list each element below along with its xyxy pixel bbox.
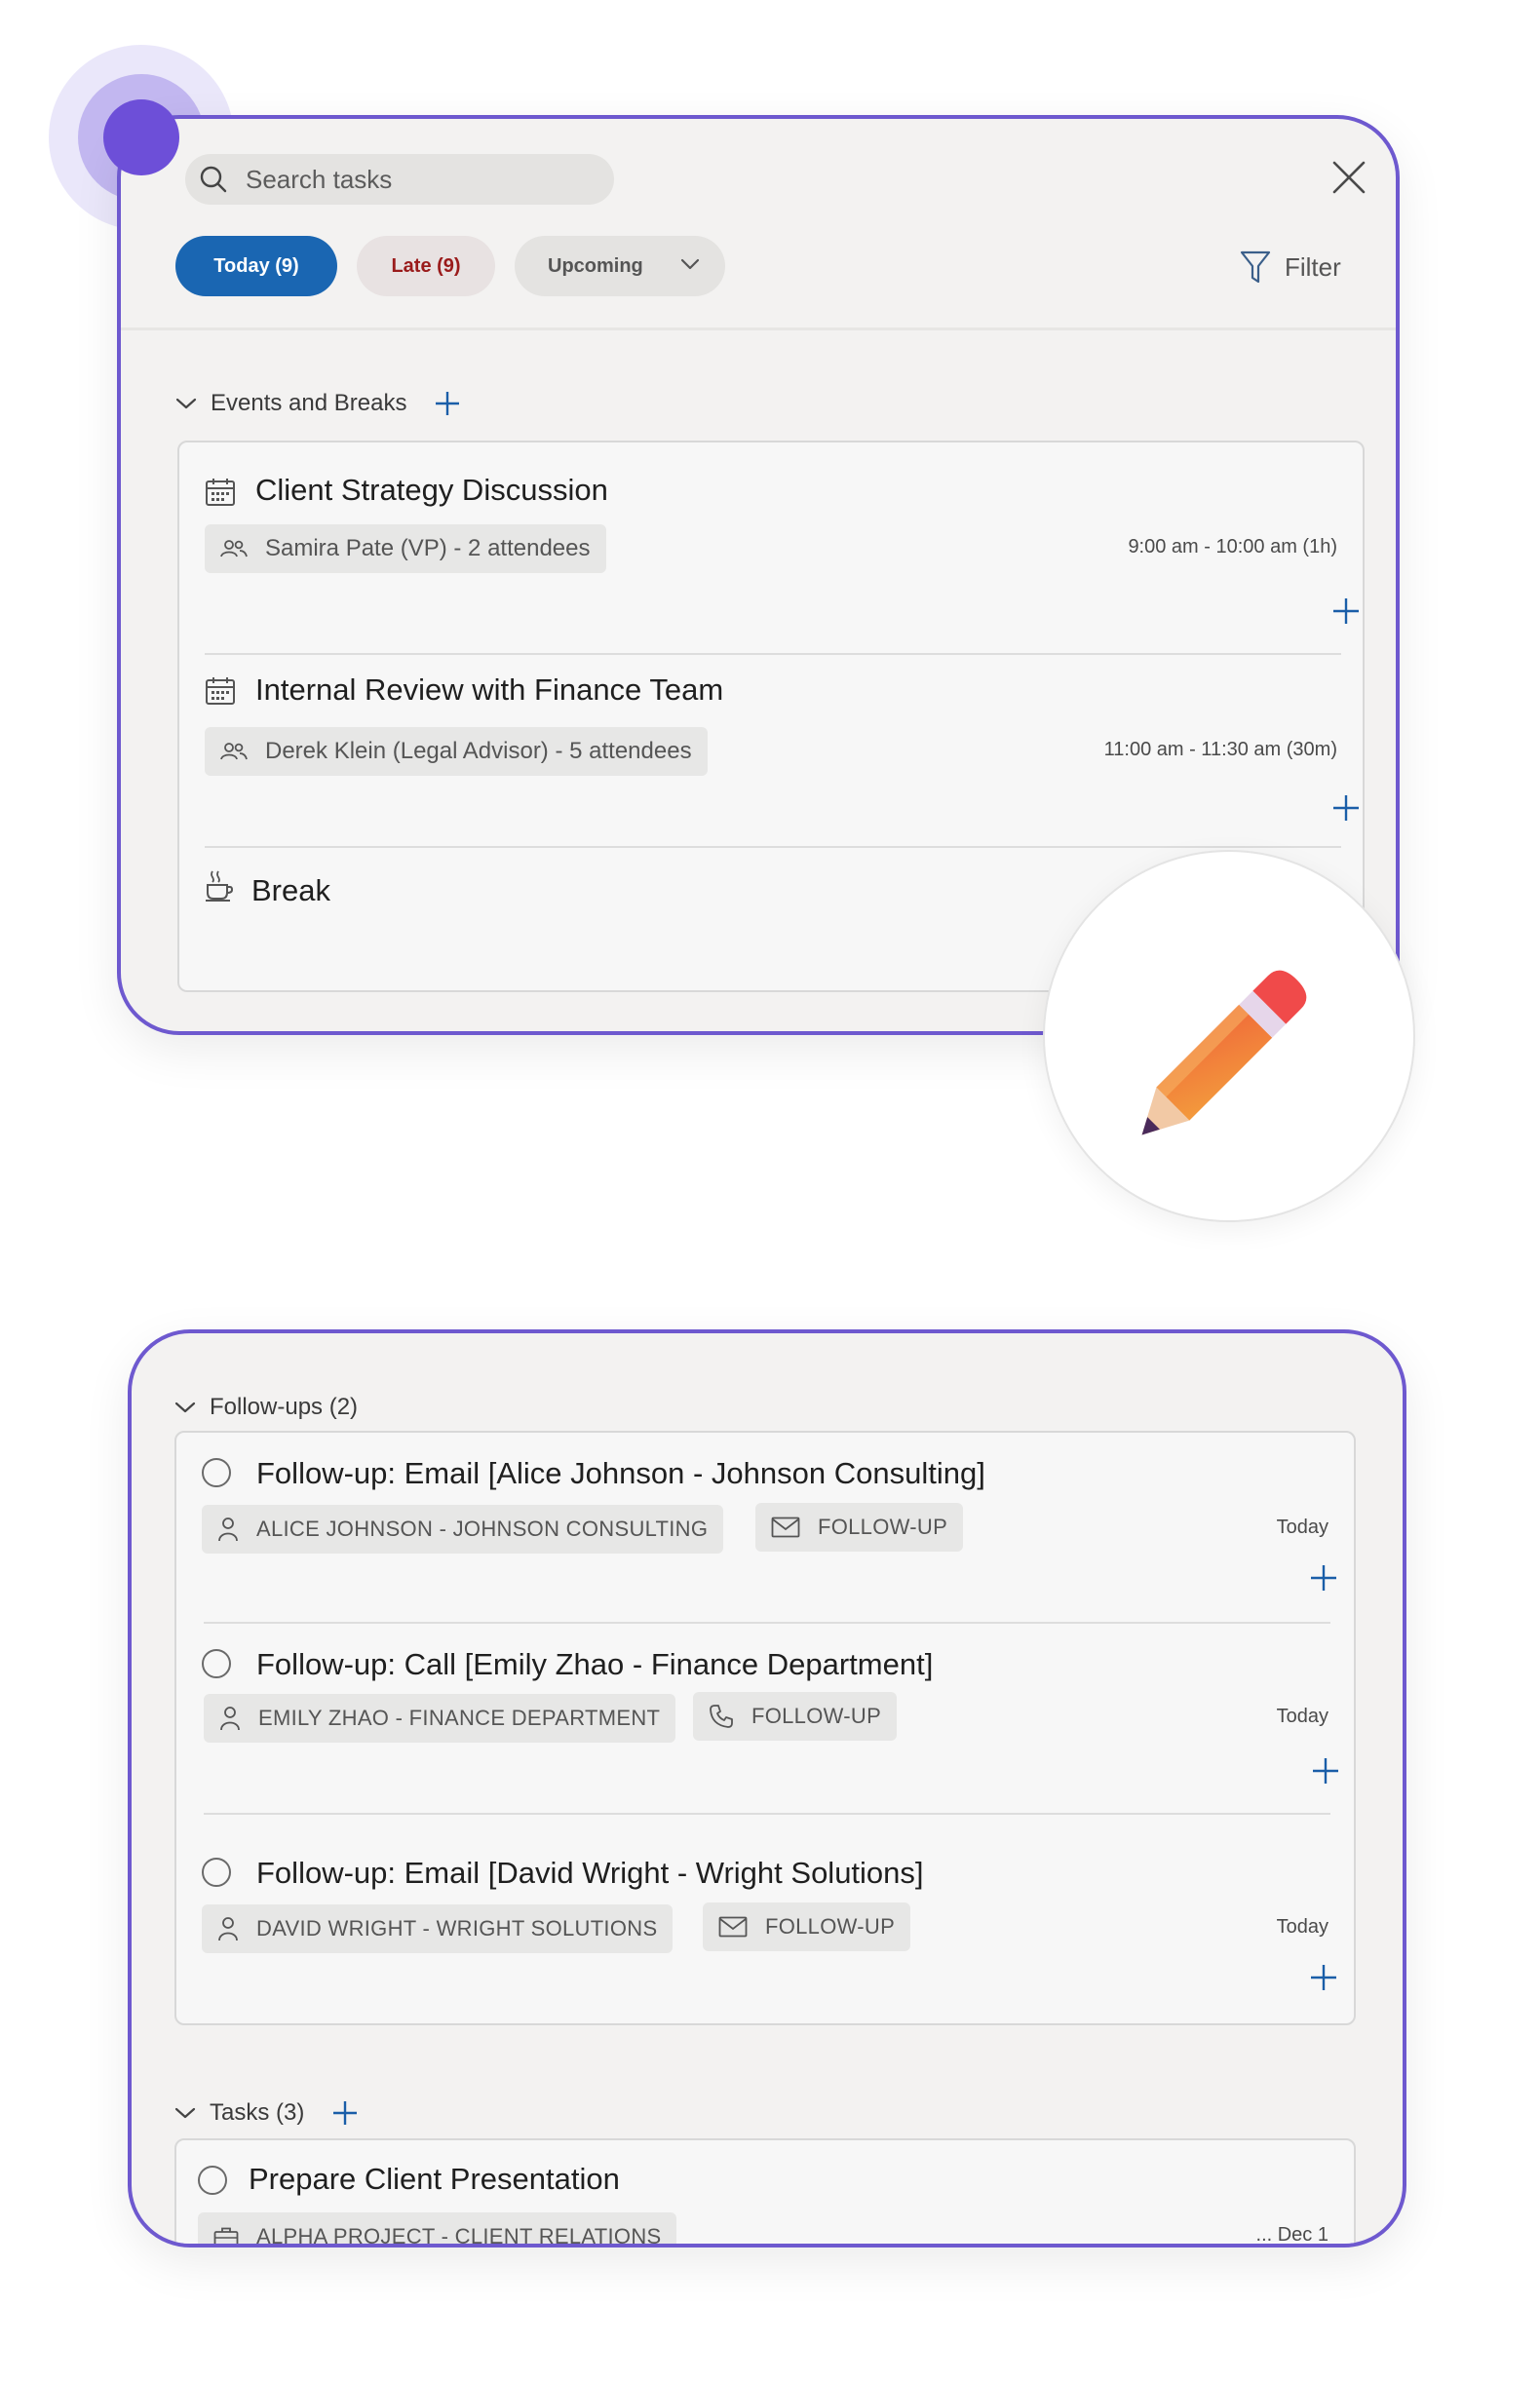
filter-button[interactable]: Filter xyxy=(1240,248,1341,287)
coffee-cup-icon xyxy=(206,870,234,902)
cursor-dot xyxy=(103,99,179,175)
event-attendees-tag: Derek Klein (Legal Advisor) - 5 attendee… xyxy=(205,727,708,776)
chevron-down-icon[interactable] xyxy=(175,397,197,410)
tab-today[interactable]: Today (9) xyxy=(175,236,337,296)
event-time: 11:00 am - 11:30 am (30m) xyxy=(1103,739,1337,760)
contact-tag[interactable]: DAVID WRIGHT - WRIGHT SOLUTIONS xyxy=(202,1904,674,1953)
due-date: Today xyxy=(1276,1916,1328,1938)
contact-name: DAVID WRIGHT - WRIGHT SOLUTIONS xyxy=(256,1916,658,1940)
followups-card: Follow-up: Email [Alice Johnson - Johnso… xyxy=(174,1431,1356,2025)
events-section-title: Events and Breaks xyxy=(211,390,407,416)
followup-title[interactable]: Follow-up: Email [Alice Johnson - Johnso… xyxy=(256,1456,985,1491)
calendar-icon xyxy=(206,677,235,705)
followup-type-tag: FOLLOW-UP xyxy=(755,1503,964,1552)
add-task-icon[interactable] xyxy=(331,2099,359,2127)
followup-type: FOLLOW-UP xyxy=(765,1914,896,1939)
complete-checkbox[interactable] xyxy=(202,1649,231,1678)
followup-type-tag: FOLLOW-UP xyxy=(703,1902,911,1951)
add-icon[interactable] xyxy=(1331,793,1361,823)
search-input[interactable] xyxy=(246,154,597,205)
followups-section-header: Follow-ups (2) xyxy=(174,1390,358,1425)
complete-checkbox[interactable] xyxy=(202,1458,231,1487)
event-title[interactable]: Client Strategy Discussion xyxy=(255,473,608,508)
followup-divider xyxy=(204,1813,1330,1815)
add-event-icon[interactable] xyxy=(434,390,461,417)
project-name: ALPHA PROJECT - CLIENT RELATIONS xyxy=(256,2224,662,2248)
filter-icon xyxy=(1240,250,1271,284)
event-time: 9:00 am - 10:00 am (1h) xyxy=(1128,536,1337,557)
edit-badge[interactable] xyxy=(1043,850,1415,1222)
tasks-card: Prepare Client Presentation ALPHA PROJEC… xyxy=(174,2138,1356,2248)
phone-icon xyxy=(710,1705,733,1728)
briefcase-icon xyxy=(213,2227,239,2244)
filter-label: Filter xyxy=(1285,251,1341,282)
contact-name: ALICE JOHNSON - JOHNSON CONSULTING xyxy=(256,1517,709,1541)
followup-type-tag: FOLLOW-UP xyxy=(693,1692,898,1741)
followup-type: FOLLOW-UP xyxy=(751,1704,882,1728)
calendar-icon xyxy=(206,479,235,506)
add-icon[interactable] xyxy=(1311,1756,1340,1786)
followup-title[interactable]: Follow-up: Email [David Wright - Wright … xyxy=(256,1856,924,1891)
tab-upcoming[interactable]: Upcoming xyxy=(515,236,725,296)
followups-section-title: Follow-ups (2) xyxy=(210,1394,359,1420)
event-attendees: Derek Klein (Legal Advisor) - 5 attendee… xyxy=(265,738,692,764)
followup-divider xyxy=(204,1622,1330,1624)
task-panel-bottom: Follow-ups (2) Follow-up: Email [Alice J… xyxy=(128,1329,1406,2248)
events-section-header: Events and Breaks xyxy=(175,386,461,421)
add-icon[interactable] xyxy=(1331,596,1361,626)
contact-tag[interactable]: EMILY ZHAO - FINANCE DEPARTMENT xyxy=(204,1694,676,1743)
followup-type: FOLLOW-UP xyxy=(818,1515,948,1539)
header-divider xyxy=(121,327,1396,330)
pencil-icon xyxy=(1141,970,1307,1135)
task-title[interactable]: Prepare Client Presentation xyxy=(249,2162,620,2197)
close-icon[interactable] xyxy=(1329,158,1368,197)
complete-checkbox[interactable] xyxy=(202,1858,231,1887)
people-icon xyxy=(220,743,248,760)
mail-icon xyxy=(718,1916,748,1938)
tab-upcoming-label: Upcoming xyxy=(548,254,643,277)
tasks-section-title: Tasks (3) xyxy=(210,2099,305,2126)
search-icon xyxy=(200,166,227,193)
due-date: ... Dec 1 xyxy=(1255,2224,1328,2246)
chevron-down-icon xyxy=(680,258,700,270)
break-title[interactable]: Break xyxy=(251,873,330,908)
search-bar[interactable] xyxy=(185,154,614,205)
due-date: Today xyxy=(1276,1517,1328,1538)
person-icon xyxy=(218,1518,238,1542)
contact-name: EMILY ZHAO - FINANCE DEPARTMENT xyxy=(258,1706,661,1730)
person-icon xyxy=(220,1707,240,1731)
person-icon xyxy=(218,1917,238,1941)
people-icon xyxy=(220,540,248,557)
due-date: Today xyxy=(1276,1706,1328,1727)
mail-icon xyxy=(771,1517,800,1538)
chevron-down-icon[interactable] xyxy=(174,1401,196,1414)
complete-checkbox[interactable] xyxy=(198,2166,227,2195)
add-icon[interactable] xyxy=(1309,1563,1338,1593)
contact-tag[interactable]: ALICE JOHNSON - JOHNSON CONSULTING xyxy=(202,1505,724,1554)
chevron-down-icon[interactable] xyxy=(174,2106,196,2120)
add-icon[interactable] xyxy=(1309,1963,1338,1992)
tab-late[interactable]: Late (9) xyxy=(357,236,495,296)
event-divider xyxy=(205,846,1341,848)
tasks-section-header: Tasks (3) xyxy=(174,2095,359,2131)
followup-title[interactable]: Follow-up: Call [Emily Zhao - Finance De… xyxy=(256,1647,933,1682)
event-attendees: Samira Pate (VP) - 2 attendees xyxy=(265,535,591,561)
event-title[interactable]: Internal Review with Finance Team xyxy=(255,672,723,708)
event-attendees-tag: Samira Pate (VP) - 2 attendees xyxy=(205,524,606,573)
event-divider xyxy=(205,653,1341,655)
project-tag[interactable]: ALPHA PROJECT - CLIENT RELATIONS xyxy=(198,2212,677,2248)
